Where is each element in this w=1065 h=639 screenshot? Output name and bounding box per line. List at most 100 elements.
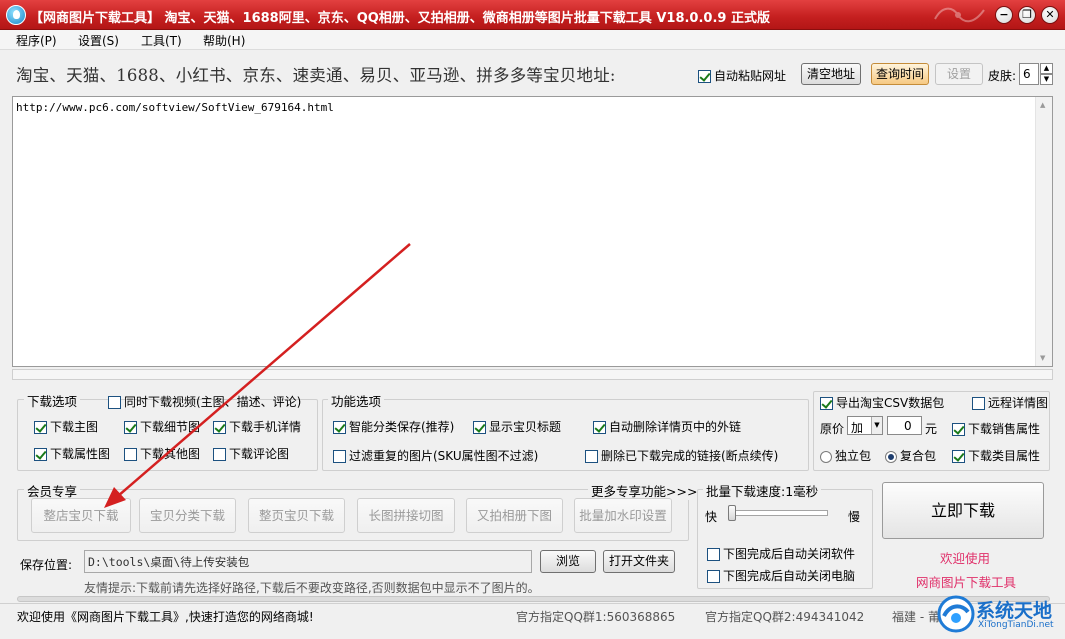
open-folder-button[interactable]: 打开文件夹: [603, 550, 675, 573]
youpai-album-download-button[interactable]: 又拍相册下图: [466, 498, 563, 533]
url-textarea[interactable]: http://www.pc6.com/softview/SoftView_679…: [12, 96, 1053, 367]
app-icon: [6, 5, 26, 25]
download-sales-attr-checkbox[interactable]: 下载销售属性: [952, 420, 1040, 437]
download-mobile-detail-checkbox[interactable]: 下载手机详情: [213, 418, 301, 435]
settings-button[interactable]: 设置: [935, 63, 983, 85]
long-image-stitch-button[interactable]: 长图拼接切图: [357, 498, 455, 533]
scroll-up-icon[interactable]: ▲: [1040, 101, 1045, 109]
smart-save-checkbox[interactable]: 智能分类保存(推荐): [333, 418, 454, 435]
download-attribute-image-checkbox[interactable]: 下载属性图: [34, 445, 110, 462]
window-title: 【网商图片下载工具】 淘宝、天猫、1688阿里、京东、QQ相册、又拍相册、微商相…: [30, 11, 770, 26]
download-now-button[interactable]: 立即下载: [882, 482, 1044, 539]
checkbox-icon: [707, 548, 720, 561]
price-label: 原价: [820, 422, 845, 436]
checkbox-icon: [952, 450, 965, 463]
query-time-button[interactable]: 查询时间: [871, 63, 929, 85]
menu-tools[interactable]: 工具(T): [141, 32, 182, 49]
scroll-down-icon[interactable]: ▼: [1040, 354, 1045, 362]
status-region: 福建 - 莆: [892, 610, 940, 624]
show-title-label: 显示宝贝标题: [489, 420, 562, 434]
progress-bar: [17, 596, 1050, 602]
menu-bar: 程序(P) 设置(S) 工具(T) 帮助(H): [0, 30, 1065, 50]
checkbox-icon: [952, 423, 965, 436]
checkbox-icon: [108, 396, 121, 409]
price-op-select[interactable]: 加 ▼: [847, 416, 883, 435]
auto-shutdown-checkbox[interactable]: 下图完成后自动关闭电脑: [707, 567, 855, 584]
address-label: 淘宝、天猫、1688、小红书、京东、速卖通、易贝、亚马逊、拼多多等宝贝地址:: [16, 66, 616, 85]
download-attribute-image-label: 下载属性图: [50, 447, 111, 461]
combo-package-label: 复合包: [900, 449, 937, 463]
download-other-image-checkbox[interactable]: 下载其他图: [124, 445, 200, 462]
single-package-radio[interactable]: 独立包: [820, 447, 871, 464]
checkbox-icon: [213, 448, 226, 461]
price-op-value: 加: [851, 421, 864, 435]
download-detail-image-checkbox[interactable]: 下载细节图: [124, 418, 200, 435]
download-category-attr-label: 下载类目属性: [968, 449, 1041, 463]
save-location-label: 保存位置:: [20, 558, 73, 572]
download-video-label: 同时下载视频(主图、描述、评论): [124, 395, 302, 409]
menu-program[interactable]: 程序(P): [16, 32, 57, 49]
speed-slider-track[interactable]: [732, 510, 828, 516]
vertical-scrollbar[interactable]: ▲ ▼: [1035, 97, 1052, 366]
menu-help[interactable]: 帮助(H): [203, 32, 245, 49]
skin-up-icon[interactable]: ▲: [1040, 63, 1053, 74]
whole-shop-download-button[interactable]: 整店宝贝下载: [31, 498, 131, 533]
auto-paste-checkbox[interactable]: 自动粘贴网址: [698, 67, 786, 84]
restore-button[interactable]: ❐: [1018, 6, 1036, 24]
watermark-name: 系统天地: [976, 601, 1053, 622]
download-review-image-checkbox[interactable]: 下载评论图: [213, 445, 289, 462]
status-qq2: 官方指定QQ群2:494341042: [705, 610, 865, 624]
checkbox-icon: [820, 397, 833, 410]
delete-finished-links-label: 删除已下载完成的链接(断点续传): [601, 449, 779, 463]
show-title-checkbox[interactable]: 显示宝贝标题: [473, 418, 561, 435]
remote-detail-label: 远程详情图: [988, 396, 1049, 410]
remove-external-links-checkbox[interactable]: 自动删除详情页中的外链: [593, 418, 741, 435]
remote-detail-checkbox[interactable]: 远程详情图: [972, 394, 1048, 411]
minimize-button[interactable]: −: [995, 6, 1013, 24]
download-video-checkbox[interactable]: 同时下载视频(主图、描述、评论): [108, 393, 301, 410]
fast-label: 快: [705, 510, 718, 524]
whole-page-download-button[interactable]: 整页宝贝下载: [248, 498, 345, 533]
status-bar: 欢迎使用《网商图片下载工具》,快速打造您的网络商城! 官方指定QQ群1:5603…: [0, 603, 1065, 625]
filter-duplicates-label: 过滤重复的图片(SKU属性图不过滤): [349, 449, 539, 463]
welcome-line1: 欢迎使用: [940, 551, 991, 566]
checkbox-icon: [34, 421, 47, 434]
combo-package-radio[interactable]: 复合包: [885, 447, 936, 464]
batch-watermark-button[interactable]: 批量加水印设置: [574, 498, 672, 533]
menu-settings[interactable]: 设置(S): [78, 32, 119, 49]
radio-icon: [885, 450, 897, 463]
single-package-label: 独立包: [835, 449, 872, 463]
auto-close-software-label: 下图完成后自动关闭软件: [723, 547, 856, 561]
browse-button[interactable]: 浏览: [540, 550, 596, 573]
category-download-button[interactable]: 宝贝分类下载: [139, 498, 236, 533]
download-category-attr-checkbox[interactable]: 下载类目属性: [952, 447, 1040, 464]
checkbox-icon: [124, 448, 137, 461]
save-path-input[interactable]: D:\tools\桌面\待上传安装包: [84, 550, 532, 573]
title-ornament-icon: [934, 7, 985, 23]
close-button[interactable]: ✕: [1041, 6, 1059, 24]
auto-close-software-checkbox[interactable]: 下图完成后自动关闭软件: [707, 545, 855, 562]
export-csv-label: 导出淘宝CSV数据包: [836, 396, 945, 410]
speed-slider-thumb[interactable]: [728, 505, 736, 521]
skin-down-icon[interactable]: ▼: [1040, 74, 1053, 85]
download-main-image-checkbox[interactable]: 下载主图: [34, 418, 98, 435]
delete-finished-links-checkbox[interactable]: 删除已下载完成的链接(断点续传): [585, 447, 778, 464]
price-unit: 元: [925, 422, 938, 436]
function-options-title: 功能选项: [328, 391, 385, 410]
batch-speed-title: 批量下载速度:1毫秒: [703, 481, 822, 500]
checkbox-icon: [34, 448, 47, 461]
checkbox-icon: [593, 421, 606, 434]
filter-duplicates-checkbox[interactable]: 过滤重复的图片(SKU属性图不过滤): [333, 447, 538, 464]
skin-input[interactable]: 6: [1019, 63, 1039, 85]
status-message: 欢迎使用《网商图片下载工具》,快速打造您的网络商城!: [17, 610, 314, 624]
price-value-input[interactable]: 0: [887, 416, 922, 435]
horizontal-scrollbar[interactable]: [12, 369, 1053, 380]
checkbox-icon: [972, 397, 985, 410]
export-csv-checkbox[interactable]: 导出淘宝CSV数据包: [820, 394, 944, 411]
watermark-url: XiTongTianDi.net: [978, 620, 1054, 630]
site-watermark: 系统天地 XiTongTianDi.net: [936, 590, 1065, 639]
checkbox-icon: [698, 70, 711, 83]
clear-address-button[interactable]: 清空地址: [801, 63, 861, 85]
checkbox-icon: [473, 421, 486, 434]
status-qq1: 官方指定QQ群1:560368865: [516, 610, 676, 624]
